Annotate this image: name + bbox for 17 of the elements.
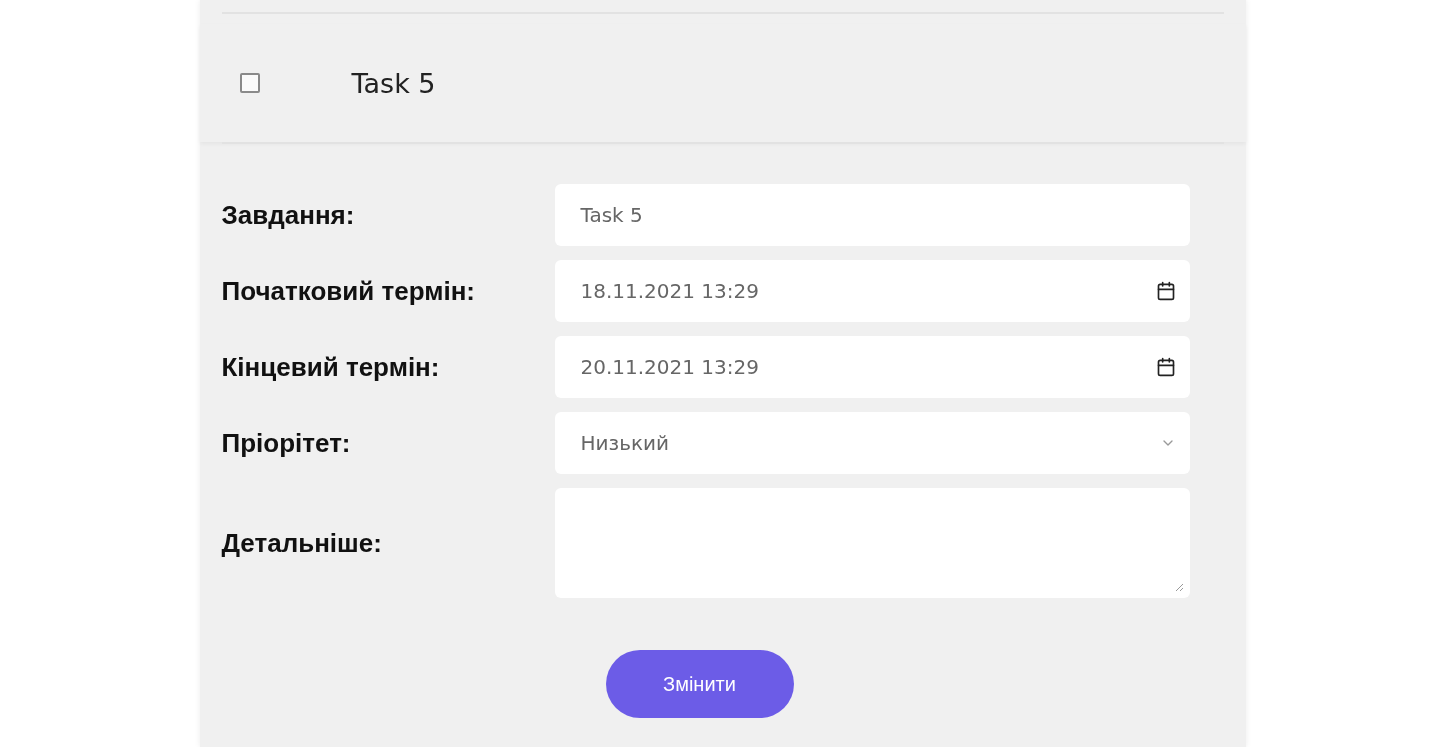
field-label: Завдання: (221, 199, 356, 231)
task-row[interactable]: Task 5 (199, 24, 1246, 142)
resize-grip-icon (1173, 582, 1184, 592)
task-title: Task 5 (351, 67, 436, 99)
task-name-field[interactable]: Task 5 (554, 184, 1190, 246)
task-checkbox[interactable] (239, 73, 260, 93)
submit-button[interactable]: Змінити (605, 650, 794, 718)
date-time-field[interactable]: 18.11.2021 13:29 (554, 260, 1190, 322)
details-field[interactable] (554, 488, 1190, 598)
field-label: Початковий термін: (221, 275, 476, 307)
date-time-field[interactable]: 20.11.2021 13:29 (554, 336, 1190, 398)
field-label: Пріорітет: (221, 427, 352, 459)
calendar-icon[interactable] (1155, 281, 1176, 301)
priority-select[interactable]: Низький (554, 412, 1190, 474)
field-label: Кінцевий термін: (221, 351, 441, 383)
field-label: Детальніше: (221, 527, 383, 559)
calendar-icon[interactable] (1155, 357, 1176, 377)
